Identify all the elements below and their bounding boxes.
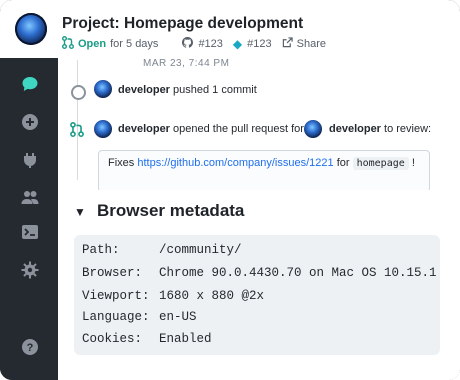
plug-icon[interactable] xyxy=(21,151,39,169)
github-ref-link[interactable]: #123 xyxy=(198,38,222,50)
diamond-icon: ◆ xyxy=(232,37,243,51)
metadata-value: Chrome 90.0.4430.70 on Mac OS 10.15.1 xyxy=(159,266,437,280)
pull-request-icon xyxy=(62,36,74,52)
github-icon xyxy=(182,37,194,51)
comment-box: Fixes https://github.com/company/issues/… xyxy=(98,150,430,192)
app-window: Project: Homepage development Open for 5… xyxy=(0,0,460,380)
section-title: Browser metadata xyxy=(97,201,245,220)
chat-icon[interactable] xyxy=(21,75,39,93)
sidebar: ? xyxy=(0,58,58,380)
avatar[interactable] xyxy=(94,120,112,138)
pull-request-icon xyxy=(70,122,84,140)
comment-text: Fixes https://github.com/company/issues/… xyxy=(108,157,415,170)
add-icon[interactable] xyxy=(21,113,39,131)
settings-icon[interactable] xyxy=(21,261,39,279)
comment-suffix: ! xyxy=(411,157,415,169)
metadata-key: Path: xyxy=(82,243,120,257)
metadata-key: Viewport: xyxy=(82,289,150,303)
timeline-line xyxy=(77,60,78,180)
event-action: pushed 1 commit xyxy=(173,84,257,96)
timeline-date: MAR 23, 7:44 PM xyxy=(143,58,230,69)
header: Project: Homepage development Open for 5… xyxy=(0,0,460,59)
open-duration: for 5 days xyxy=(110,38,159,50)
metadata-value: en-US xyxy=(159,310,197,324)
status-badge: Open xyxy=(78,38,107,50)
metadata-row: Cookies: Enabled xyxy=(82,332,212,346)
users-icon[interactable] xyxy=(21,188,39,206)
metadata-key: Browser: xyxy=(82,266,143,280)
metadata-key: Cookies: xyxy=(82,332,143,346)
help-icon[interactable]: ? xyxy=(21,338,39,356)
page-title: Project: Homepage development xyxy=(62,15,304,32)
metadata-row: Path: /community/ xyxy=(82,243,242,257)
push-event: developer pushed 1 commit xyxy=(118,84,257,96)
metadata-row: Language: en-US xyxy=(82,310,197,324)
collapse-caret-icon[interactable]: ▼ xyxy=(74,205,86,219)
avatar[interactable] xyxy=(304,120,322,138)
metadata-row: Browser: Chrome 90.0.4430.70 on Mac OS 10… xyxy=(82,266,437,280)
event-action: opened the pull request for xyxy=(173,123,304,135)
event-tail: to review: xyxy=(384,123,432,135)
terminal-icon[interactable] xyxy=(21,223,39,241)
event-user[interactable]: developer xyxy=(118,123,170,135)
comment-prefix: Fixes xyxy=(108,157,135,169)
metadata-key: Language: xyxy=(82,310,150,324)
comment-middle: for xyxy=(336,157,350,169)
pr-meta: Open for 5 days #123 ◆ #123 Share xyxy=(62,36,326,52)
share-button[interactable]: Share xyxy=(297,38,326,50)
avatar[interactable] xyxy=(94,80,112,98)
project-avatar[interactable] xyxy=(15,13,47,45)
metadata-value: Enabled xyxy=(159,332,212,346)
tracker-ref-link[interactable]: #123 xyxy=(247,38,271,50)
metadata-value: /community/ xyxy=(159,243,242,257)
commit-icon xyxy=(71,85,86,100)
issue-link[interactable]: https://github.com/company/issues/1221 xyxy=(137,157,333,169)
reviewer-user[interactable]: developer xyxy=(329,123,381,135)
pr-open-event: developer opened the pull request for xyxy=(118,123,304,135)
reviewer-mention: developer to review: xyxy=(329,123,431,135)
metadata-value: 1680 x 880 @2x xyxy=(159,289,265,303)
metadata-row: Viewport: 1680 x 880 @2x xyxy=(82,289,264,303)
svg-text:?: ? xyxy=(27,342,34,354)
share-icon xyxy=(282,37,293,51)
code-chip: homepage xyxy=(352,157,409,170)
event-user[interactable]: developer xyxy=(118,84,170,96)
